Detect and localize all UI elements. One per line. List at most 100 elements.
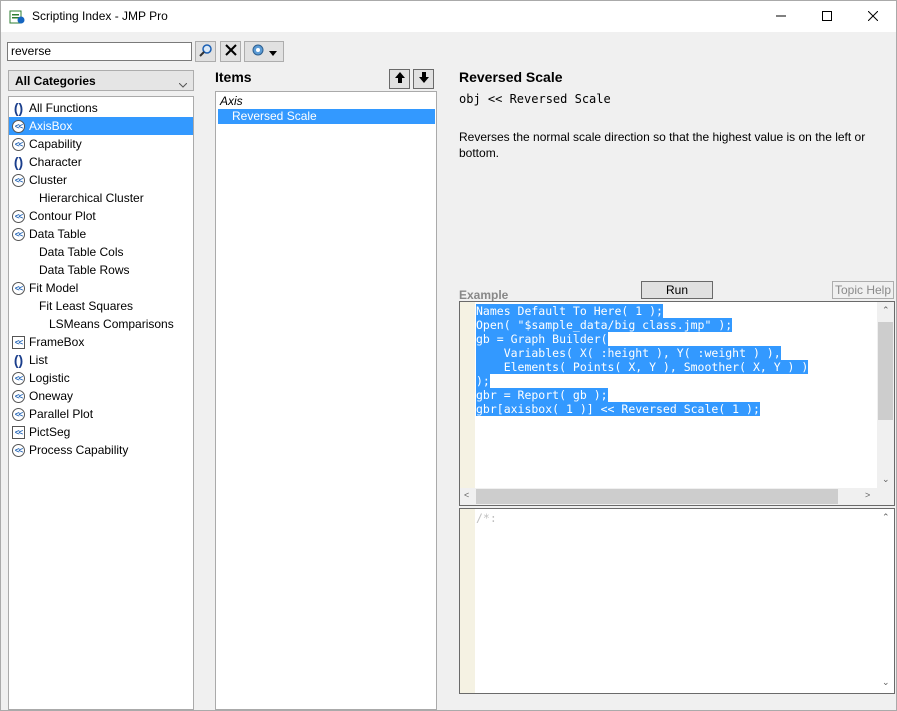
code-line-text: gbr[axisbox( 1 )] << Reversed Scale( 1 )… <box>476 402 760 416</box>
category-item-label: Oneway <box>29 389 74 403</box>
search-options-button[interactable] <box>244 41 284 62</box>
code-text[interactable]: Names Default To Here( 1 ); Open( "$sampl… <box>476 304 809 416</box>
minimize-button[interactable] <box>758 1 804 32</box>
example-label: Example <box>459 288 509 302</box>
category-item-label: Capability <box>29 137 82 151</box>
category-item[interactable]: << Fit Model <box>9 279 193 297</box>
scroll-up-icon[interactable]: ⌃ <box>882 305 890 316</box>
category-item[interactable]: << Parallel Plot <box>9 405 193 423</box>
category-item[interactable]: << FrameBox <box>9 333 193 351</box>
run-example-button[interactable]: Run Example <box>641 281 713 313</box>
code-line: Names Default To Here( 1 ); <box>476 304 808 318</box>
category-select[interactable]: All Categories <box>8 70 194 91</box>
category-item-label: Fit Least Squares <box>39 299 134 313</box>
category-item-label: PictSeg <box>29 425 71 439</box>
category-item-label: FrameBox <box>29 335 85 349</box>
topic-help-button[interactable]: Topic Help <box>832 281 894 299</box>
x-icon <box>224 44 237 59</box>
code-line-text: ); <box>476 374 490 388</box>
list-item[interactable]: Reversed Scale <box>218 109 435 124</box>
category-item[interactable]: () Character <box>9 153 193 171</box>
search-input[interactable]: reverse <box>7 42 192 61</box>
log-vertical-scrollbar[interactable]: ⌃ ⌄ <box>877 509 894 693</box>
arrow-down-icon <box>418 72 429 86</box>
code-line: gbr[axisbox( 1 )] << Reversed Scale( 1 )… <box>476 402 808 416</box>
category-item-label: Logistic <box>29 371 70 385</box>
category-item-label: Parallel Plot <box>29 407 94 421</box>
example-code-editor[interactable]: Names Default To Here( 1 ); Open( "$sampl… <box>459 301 895 506</box>
category-item[interactable]: () All Functions <box>9 99 193 117</box>
category-item[interactable]: Data Table Rows <box>9 261 193 279</box>
display-box-icon: << <box>12 425 25 439</box>
maximize-button[interactable] <box>804 1 850 32</box>
category-item[interactable]: << Capability <box>9 135 193 153</box>
detail-title: Reversed Scale <box>459 69 563 85</box>
object-icon: << <box>12 281 25 295</box>
category-item-label: Data Table Rows <box>39 263 130 277</box>
scroll-down-icon[interactable]: ⌄ <box>882 474 890 485</box>
scroll-right-icon[interactable]: > <box>865 490 870 500</box>
app-window: Scripting Index - JMP Pro reverse All Ca… <box>0 0 897 711</box>
clear-search-button[interactable] <box>220 41 241 62</box>
category-item[interactable]: Hierarchical Cluster <box>9 189 193 207</box>
category-item[interactable]: << Cluster <box>9 171 193 189</box>
object-icon: << <box>12 137 25 151</box>
next-item-button[interactable] <box>413 69 434 89</box>
minimize-icon <box>776 10 786 24</box>
category-item[interactable]: << PictSeg <box>9 423 193 441</box>
function-icon: () <box>13 100 24 116</box>
scroll-down-icon[interactable]: ⌄ <box>882 677 890 688</box>
close-button[interactable] <box>850 1 896 32</box>
code-line-text: Open( "$sample_data/big class.jmp" ); <box>476 318 733 332</box>
detail-description: Reverses the normal scale direction so t… <box>459 130 866 160</box>
code-horizontal-scrollbar[interactable]: < > <box>460 488 894 505</box>
function-icon: () <box>13 352 24 368</box>
detail-syntax: obj << Reversed Scale <box>459 92 611 106</box>
chevron-down-icon <box>178 77 188 91</box>
code-horizontal-scroll-thumb[interactable] <box>476 489 838 504</box>
scroll-up-icon[interactable]: ⌃ <box>882 512 890 523</box>
category-item[interactable]: () List <box>9 351 193 369</box>
code-line-text: Names Default To Here( 1 ); <box>476 304 663 318</box>
output-log-editor[interactable]: /*: ⌃ ⌄ <box>459 508 895 694</box>
category-item-label: Contour Plot <box>29 209 96 223</box>
object-icon: << <box>12 227 25 241</box>
code-line: Open( "$sample_data/big class.jmp" ); <box>476 318 808 332</box>
code-line: Variables( X( :height ), Y( :weight ) ), <box>476 346 808 360</box>
category-item[interactable]: << AxisBox <box>9 117 193 135</box>
object-icon: << <box>12 389 25 403</box>
category-item-label: All Functions <box>29 101 98 115</box>
code-line-text: Variables( X( :height ), Y( :weight ) ), <box>476 346 781 360</box>
category-item-label: Cluster <box>29 173 68 187</box>
code-line-text: gbr = Report( gb ); <box>476 388 608 402</box>
search-button[interactable] <box>195 41 216 62</box>
category-item-label: LSMeans Comparisons <box>49 317 174 331</box>
arrow-up-icon <box>394 72 405 86</box>
object-icon: << <box>12 119 25 133</box>
log-gutter <box>460 509 475 693</box>
code-line: Elements( Points( X, Y ), Smoother( X, Y… <box>476 360 809 374</box>
category-item[interactable]: << Process Capability <box>9 441 193 459</box>
category-item-label: AxisBox <box>29 119 73 133</box>
function-icon: () <box>13 154 24 170</box>
category-item[interactable]: LSMeans Comparisons <box>9 315 193 333</box>
category-list[interactable]: () All Functions << AxisBox << Capability () Ch… <box>8 96 194 710</box>
items-list[interactable]: Axis Reversed Scale <box>215 91 437 710</box>
category-item[interactable]: << Contour Plot <box>9 207 193 225</box>
object-icon: << <box>12 173 25 187</box>
category-item[interactable]: Fit Least Squares <box>9 297 193 315</box>
items-heading: Items <box>215 69 252 85</box>
scroll-left-icon[interactable]: < <box>464 490 469 500</box>
category-item[interactable]: << Data Table <box>9 225 193 243</box>
object-icon: << <box>12 407 25 421</box>
category-item[interactable]: << Oneway <box>9 387 193 405</box>
category-item-label: List <box>29 353 48 367</box>
magnifier-icon <box>198 43 213 60</box>
category-item[interactable]: << Logistic <box>9 369 193 387</box>
display-box-icon: << <box>12 335 25 349</box>
code-gutter <box>460 302 475 489</box>
code-vertical-scrollbar[interactable]: ⌃ ⌄ <box>877 302 894 489</box>
category-item[interactable]: Data Table Cols <box>9 243 193 261</box>
code-vertical-scroll-thumb[interactable] <box>878 322 893 420</box>
previous-item-button[interactable] <box>389 69 410 89</box>
